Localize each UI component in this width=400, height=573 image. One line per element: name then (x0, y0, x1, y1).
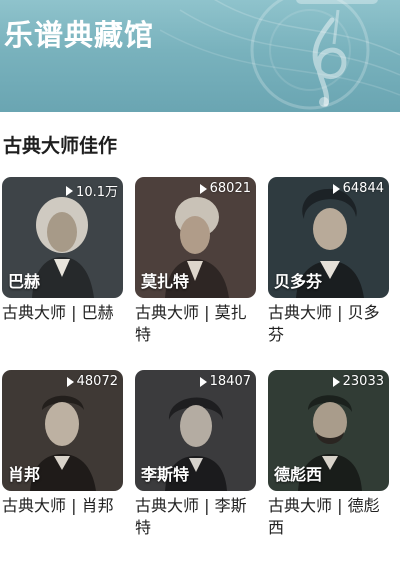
header-banner: 乐谱典藏馆 (0, 0, 400, 112)
play-icon (332, 183, 340, 194)
play-icon (66, 376, 74, 387)
treble-clef-icon (160, 0, 400, 110)
composer-name: 巴赫 (8, 272, 41, 291)
card-caption[interactable]: 古典大师 | 贝多芬 (268, 302, 389, 346)
card-caption[interactable]: 古典大师 | 李斯特 (135, 495, 256, 539)
play-count-value: 64844 (342, 181, 384, 196)
play-count-value: 10.1万 (76, 185, 118, 200)
composer-card-bach[interactable]: 10.1万 巴赫 古典大师 | 巴赫 (2, 177, 123, 324)
composer-name: 贝多芬 (274, 272, 323, 291)
composer-thumbnail[interactable]: 23033 德彪西 (268, 370, 389, 491)
play-count-value: 48072 (76, 374, 118, 389)
play-count: 18407 (199, 374, 251, 389)
composer-thumbnail[interactable]: 10.1万 巴赫 (2, 177, 123, 298)
composer-name: 德彪西 (274, 465, 323, 484)
section-title: 古典大师佳作 (3, 135, 118, 157)
composer-card-mozart[interactable]: 68021 莫扎特 古典大师 | 莫扎特 (135, 177, 256, 346)
play-count: 64844 (332, 181, 384, 196)
play-count: 10.1万 (66, 181, 118, 200)
composer-card-chopin[interactable]: 48072 肖邦 古典大师 | 肖邦 (2, 370, 123, 517)
play-count: 23033 (332, 374, 384, 389)
card-caption[interactable]: 古典大师 | 肖邦 (2, 495, 123, 517)
play-icon (332, 376, 340, 387)
score-library-page: 乐谱典藏馆 古典大师佳作 10.1万 巴赫 古典大师 | 巴赫 68021 莫扎… (0, 0, 400, 573)
card-caption[interactable]: 古典大师 | 莫扎特 (135, 302, 256, 346)
composer-thumbnail[interactable]: 64844 贝多芬 (268, 177, 389, 298)
play-count: 68021 (199, 181, 251, 196)
play-icon (66, 185, 74, 196)
composer-thumbnail[interactable]: 68021 莫扎特 (135, 177, 256, 298)
composer-card-beethoven[interactable]: 64844 贝多芬 古典大师 | 贝多芬 (268, 177, 389, 346)
play-count-value: 23033 (342, 374, 384, 389)
play-count-value: 18407 (209, 374, 251, 389)
play-count: 48072 (66, 374, 118, 389)
card-caption[interactable]: 古典大师 | 巴赫 (2, 302, 123, 324)
play-icon (199, 183, 207, 194)
composer-name: 李斯特 (141, 465, 190, 484)
play-count-value: 68021 (209, 181, 251, 196)
composer-thumbnail[interactable]: 18407 李斯特 (135, 370, 256, 491)
composer-thumbnail[interactable]: 48072 肖邦 (2, 370, 123, 491)
composer-name: 肖邦 (8, 465, 41, 484)
composer-card-debussy[interactable]: 23033 德彪西 古典大师 | 德彪西 (268, 370, 389, 539)
composer-card-liszt[interactable]: 18407 李斯特 古典大师 | 李斯特 (135, 370, 256, 539)
page-title: 乐谱典藏馆 (4, 18, 155, 52)
card-caption[interactable]: 古典大师 | 德彪西 (268, 495, 389, 539)
composer-name: 莫扎特 (141, 272, 190, 291)
play-icon (199, 376, 207, 387)
